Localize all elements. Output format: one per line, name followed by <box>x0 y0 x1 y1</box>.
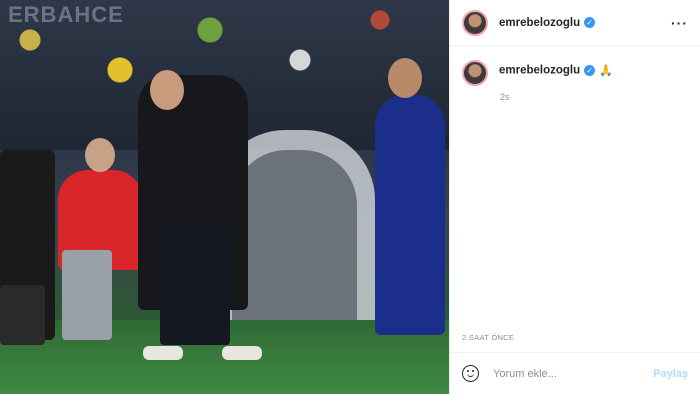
comment-input[interactable] <box>491 366 654 381</box>
pray-emoji: 🙏 <box>599 65 613 77</box>
post-comment-button[interactable]: Paylaş <box>653 368 688 380</box>
comments-section: emrebelozoglu ✓ 🙏 2s <box>450 46 700 333</box>
avatar[interactable] <box>462 9 488 36</box>
caption-verified-badge-icon: ✓ <box>584 65 596 76</box>
coach-left-shoe <box>143 346 183 360</box>
assistant-coach-figure <box>375 95 445 335</box>
instagram-post: ERBAHCE emrebelozoglu ✓ ··· emrebelozogl… <box>0 0 700 394</box>
caption-username[interactable]: emrebelozoglu <box>499 65 580 77</box>
post-date: 2 SAAT ÖNCE <box>462 333 515 342</box>
coach-legs <box>160 225 230 345</box>
assistant-coach-head <box>388 58 422 98</box>
more-options-icon[interactable]: ··· <box>671 15 688 31</box>
coach-right-shoe <box>222 346 262 360</box>
post-photo[interactable]: ERBAHCE <box>0 0 449 394</box>
smile-icon[interactable] <box>462 365 479 382</box>
photographer-head <box>85 138 115 172</box>
caption-avatar[interactable] <box>462 60 488 86</box>
caption-text: emrebelozoglu ✓ 🙏 <box>499 64 613 77</box>
photographer-legs <box>62 250 112 340</box>
stadium-banner: ERBAHCE <box>8 2 124 27</box>
equipment-case <box>0 285 45 345</box>
header-username[interactable]: emrebelozoglu <box>499 17 580 29</box>
coach-head <box>150 70 184 110</box>
post-sidebar: emrebelozoglu ✓ ··· emrebelozoglu ✓ 🙏 2s 2… <box>449 0 700 394</box>
dugout-inner <box>232 150 357 330</box>
comment-box: Paylaş <box>450 352 700 394</box>
caption-time-ago: 2s <box>500 92 510 102</box>
post-header: emrebelozoglu ✓ ··· <box>450 0 700 46</box>
verified-badge-icon: ✓ <box>584 17 596 28</box>
caption-row: emrebelozoglu ✓ 🙏 <box>462 60 688 86</box>
